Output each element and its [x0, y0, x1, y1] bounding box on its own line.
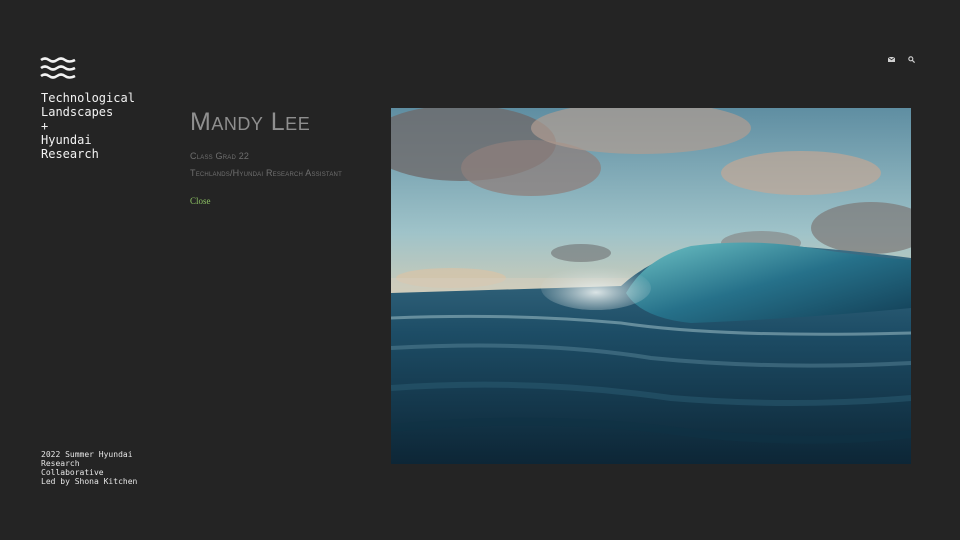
- role-line: Class Grad 22: [190, 151, 250, 161]
- site-title-line: Research: [41, 147, 99, 161]
- footer-line: Collaborative: [41, 468, 104, 477]
- site-title-line: Hyundai: [41, 133, 92, 147]
- role-line: Techlands/Hyundai Research Assistant: [190, 168, 342, 178]
- search-icon[interactable]: [906, 54, 916, 64]
- person-name: Mandy Lee: [190, 108, 311, 136]
- waves-icon[interactable]: [40, 56, 76, 82]
- footer-line: Led by Shona Kitchen: [41, 477, 138, 486]
- site-title[interactable]: Technological Landscapes + Hyundai Resea…: [41, 91, 181, 161]
- header-icons: [886, 54, 916, 64]
- footer-line: 2022 Summer Hyundai: [41, 450, 133, 459]
- footer-credit: 2022 Summer Hyundai Research Collaborati…: [41, 450, 181, 486]
- footer-line: Research: [41, 459, 80, 468]
- site-title-line: Technological: [41, 91, 135, 105]
- site-title-line: +: [41, 119, 49, 133]
- ocean-wave-photo: [391, 108, 911, 464]
- mail-icon[interactable]: [886, 54, 896, 64]
- site-title-line: Landscapes: [41, 105, 114, 119]
- close-link[interactable]: Close: [190, 196, 211, 206]
- person-role: Class Grad 22 Techlands/Hyundai Research…: [190, 148, 342, 182]
